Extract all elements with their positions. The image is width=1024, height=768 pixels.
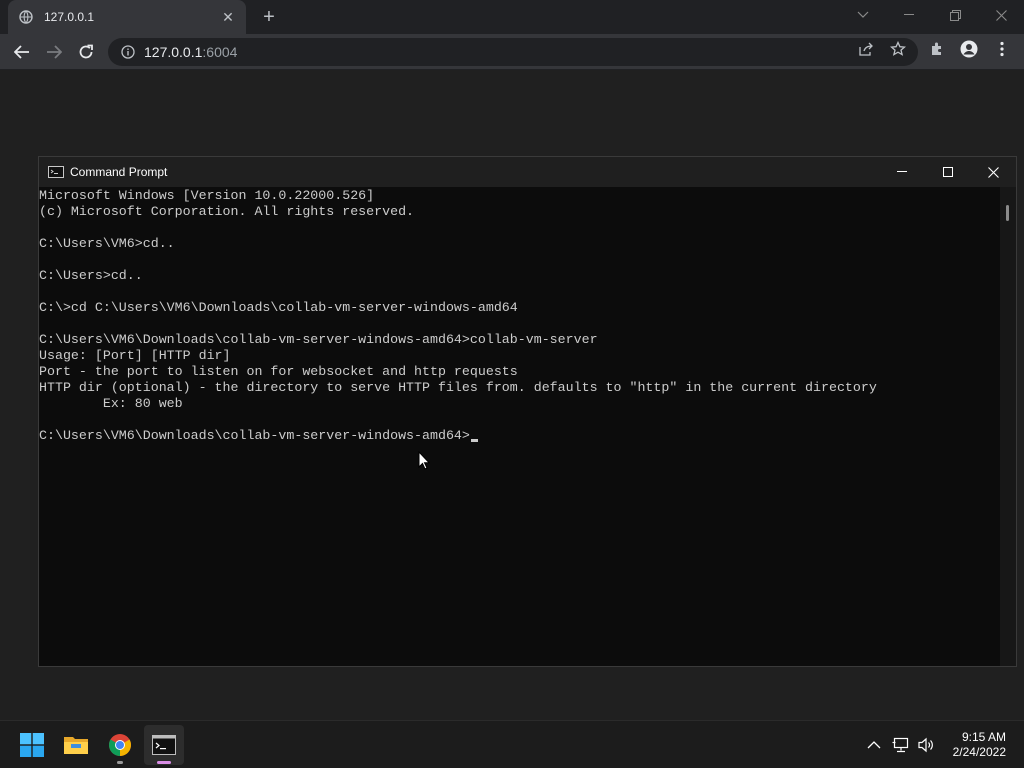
browser-minimize-button[interactable] (886, 0, 932, 30)
cmd-app-icon (48, 166, 64, 178)
cmd-titlebar[interactable]: Command Prompt (39, 157, 1016, 187)
menu-kebab-icon[interactable] (993, 40, 1011, 58)
profile-avatar-icon[interactable] (960, 40, 978, 58)
console-prompt-line[interactable]: C:\Users\VM6\Downloads\collab-vm-server-… (39, 428, 999, 444)
address-bar[interactable]: 127.0.0.1:6004 (108, 38, 918, 66)
browser-restore-button[interactable] (932, 0, 978, 30)
tab-title: 127.0.0.1 (44, 10, 95, 24)
console-line: C:\Users\VM6\Downloads\collab-vm-server-… (39, 332, 598, 347)
bookmark-star-icon[interactable] (889, 40, 907, 58)
share-icon[interactable] (857, 40, 875, 58)
browser-close-button[interactable] (978, 0, 1024, 30)
console-prompt: C:\Users\VM6\Downloads\collab-vm-server-… (39, 428, 470, 443)
active-indicator (157, 761, 171, 764)
clock-time: 9:15 AM (961, 730, 1006, 744)
console-line: C:\Users>cd.. (39, 268, 143, 283)
tab-search-chevron-icon[interactable] (840, 0, 886, 30)
tab-close-icon[interactable]: ✕ (220, 9, 236, 26)
running-indicator (117, 761, 123, 764)
console-line: Ex: 80 web (39, 396, 183, 411)
file-explorer-icon[interactable] (56, 725, 96, 765)
console-line: C:\Users\VM6>cd.. (39, 236, 175, 251)
command-prompt-taskbar-icon[interactable] (144, 725, 184, 765)
console-line: Usage: [Port] [HTTP dir] (39, 348, 231, 363)
forward-icon[interactable] (40, 38, 68, 66)
show-hidden-icons-chevron-icon[interactable] (864, 735, 884, 755)
console-line: Microsoft Windows [Version 10.0.22000.52… (39, 188, 375, 203)
scrollbar-thumb[interactable] (1006, 205, 1009, 221)
cmd-minimize-button[interactable] (879, 157, 925, 187)
console-line: (c) Microsoft Corporation. All rights re… (39, 204, 415, 219)
url-port: :6004 (202, 44, 238, 60)
globe-icon (18, 9, 34, 25)
back-icon[interactable] (8, 38, 36, 66)
url-host: 127.0.0.1 (144, 44, 203, 60)
taskbar: 9:15 AM 2/24/2022 (0, 720, 1024, 768)
taskbar-clock[interactable]: 9:15 AM 2/24/2022 (953, 730, 1006, 760)
browser-tab[interactable]: 127.0.0.1 ✕ (8, 0, 246, 34)
site-info-icon[interactable] (120, 44, 136, 60)
console-output[interactable]: Microsoft Windows [Version 10.0.22000.52… (39, 187, 999, 666)
console-line: Port - the port to listen on for websock… (39, 364, 518, 379)
new-tab-button[interactable]: + (258, 7, 280, 29)
mouse-pointer-icon (418, 450, 431, 475)
cmd-scrollbar[interactable] (1000, 187, 1016, 666)
browser-tabstrip: 127.0.0.1 ✕ + (0, 0, 1024, 34)
volume-icon[interactable] (916, 735, 936, 755)
extensions-icon[interactable] (928, 40, 946, 58)
cmd-title: Command Prompt (70, 165, 168, 179)
cmd-maximize-button[interactable] (925, 157, 971, 187)
command-prompt-window[interactable]: Command Prompt Microsoft Windows [Versio… (38, 156, 1017, 667)
start-button[interactable] (12, 725, 52, 765)
cmd-close-button[interactable] (970, 157, 1016, 187)
chrome-icon[interactable] (100, 725, 140, 765)
clock-date: 2/24/2022 (952, 745, 1006, 759)
network-icon[interactable] (891, 735, 911, 755)
reload-icon[interactable] (72, 38, 100, 66)
browser-toolbar: 127.0.0.1:6004 (0, 34, 1024, 70)
windows-logo-icon (20, 733, 44, 757)
console-line: HTTP dir (optional) - the directory to s… (39, 380, 877, 395)
text-caret (470, 439, 478, 442)
console-line: C:\>cd C:\Users\VM6\Downloads\collab-vm-… (39, 300, 518, 315)
